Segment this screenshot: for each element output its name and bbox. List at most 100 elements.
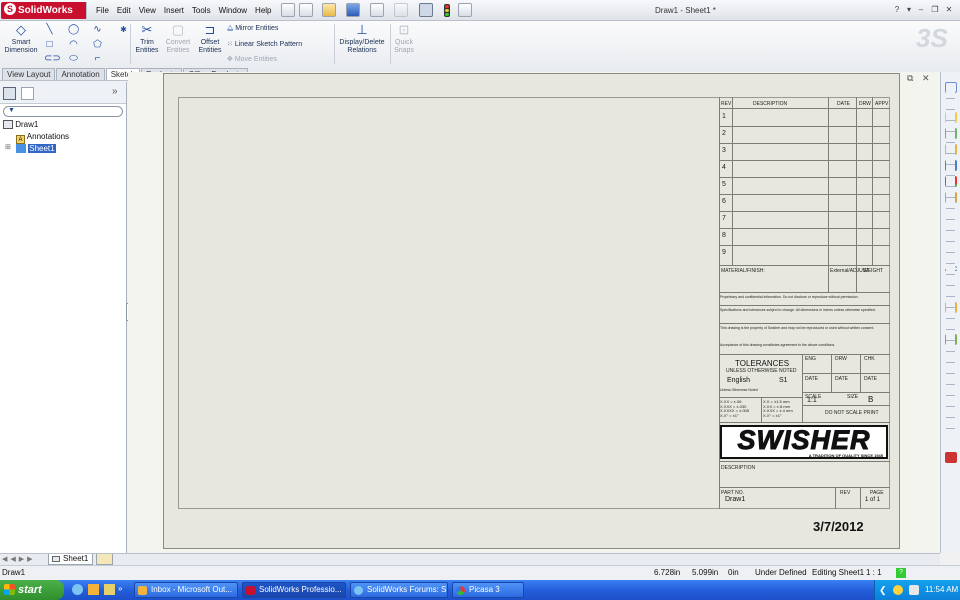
outlook-icon <box>138 586 147 595</box>
move-entities-button[interactable]: ✥ Move Entities <box>227 55 277 63</box>
feature-manager-tab-icon[interactable] <box>3 87 16 100</box>
menu-file[interactable]: File <box>92 0 113 21</box>
menu-view[interactable]: View <box>135 0 160 21</box>
description-header: DESCRIPTION <box>753 101 788 107</box>
tray-arrow-icon[interactable]: ❮ <box>879 580 887 600</box>
rev-header: REV <box>721 101 732 107</box>
tab-annotation[interactable]: Annotation <box>56 68 105 80</box>
relations-icon: ⊥ <box>356 22 368 37</box>
rule <box>872 97 873 265</box>
ie-quicklaunch-icon[interactable] <box>72 584 83 595</box>
expand-icon[interactable]: ⊞ <box>5 143 11 151</box>
revision-row-number: 5 <box>722 181 726 188</box>
drw-header: DRW <box>859 101 871 107</box>
close-button[interactable]: ✕ <box>943 4 955 16</box>
rule <box>719 108 890 109</box>
rectangle-icon[interactable]: □ <box>44 39 55 50</box>
status-help-icon[interactable]: ? <box>896 568 906 578</box>
undo-icon[interactable] <box>394 3 408 17</box>
tray-app-icon[interactable] <box>893 585 903 595</box>
polygon-icon[interactable]: ⬠ <box>92 39 103 50</box>
taskbar-item-outlook[interactable]: Inbox - Microsoft Out... <box>134 582 238 598</box>
rule <box>803 392 890 393</box>
help-dropdown-icon[interactable]: ▾ <box>903 4 915 16</box>
slot-icon[interactable]: ⊂⊃ <box>44 53 61 64</box>
minimize-button[interactable]: – <box>915 4 927 16</box>
close-doc-button[interactable]: ✕ <box>922 73 930 84</box>
menu-insert[interactable]: Insert <box>160 0 188 21</box>
arc-icon[interactable]: ◠ <box>68 39 79 50</box>
solidworks-logo[interactable]: S SolidWorks <box>1 2 87 19</box>
open-folder-icon[interactable] <box>322 3 336 17</box>
sheet-tab-sheet1[interactable]: Sheet1 <box>48 554 94 565</box>
taskbar-item-picasa[interactable]: Picasa 3 <box>452 582 524 598</box>
solidworks-icon <box>246 586 255 595</box>
select-cursor-icon[interactable] <box>419 3 433 17</box>
save-icon[interactable] <box>346 3 360 17</box>
smart-dimension-button[interactable]: ◇ Smart Dimension <box>3 21 39 68</box>
scale-value: 1:1 <box>807 397 817 404</box>
filter-icon: ▼ <box>8 107 15 114</box>
point-icon[interactable]: ✱ <box>118 24 129 35</box>
traffic-light-icon[interactable] <box>444 4 450 17</box>
menu-tools[interactable]: Tools <box>188 0 215 21</box>
expand-panel-icon[interactable]: » <box>112 86 118 97</box>
tray-network-icon[interactable] <box>909 585 919 595</box>
tree-item-sheet1[interactable]: Sheet1 <box>16 144 56 153</box>
status-editing: Editing Sheet1 <box>812 568 865 577</box>
display-delete-relations-button[interactable]: ⊥ Display/Delete Relations <box>336 21 388 68</box>
offset-entities-button[interactable]: ⊐ Offset Entities <box>196 21 224 68</box>
quick-snaps-button[interactable]: ⊡ Quick Snaps <box>392 21 416 68</box>
revision-row-number: 4 <box>722 164 726 171</box>
help-button[interactable]: ? <box>891 4 903 16</box>
add-sheet-icon[interactable] <box>96 554 113 565</box>
restore-button[interactable]: ❐ <box>929 4 941 16</box>
trim-entities-button[interactable]: ✂ Trim Entities <box>133 21 161 68</box>
windows-taskbar: start » Inbox - Microsoft Out... SolidWo… <box>0 580 960 600</box>
fillet-icon[interactable]: ⌐ <box>92 53 103 64</box>
color-swatch-icon[interactable] <box>945 452 957 463</box>
property-manager-tab-icon[interactable] <box>21 87 34 100</box>
tree-root[interactable]: Draw1 <box>3 120 38 129</box>
taskbar-item-solidworks[interactable]: SolidWorks Professio... <box>242 582 346 598</box>
rule <box>719 265 890 266</box>
options-icon[interactable] <box>458 3 472 17</box>
new-document-icon[interactable] <box>299 3 313 17</box>
tree-filter-input[interactable]: ▼ <box>3 106 123 117</box>
rule <box>860 487 861 509</box>
pin-icon[interactable] <box>281 3 295 17</box>
line-icon[interactable]: ╲ <box>44 24 55 35</box>
rule <box>803 373 890 374</box>
sheet-nav-icon[interactable]: ◀◀▶▶ <box>2 555 44 564</box>
menu-edit[interactable]: Edit <box>113 0 135 21</box>
status-definition: Under Defined <box>755 568 807 577</box>
sheet-tab-icon <box>52 556 60 562</box>
quicklaunch-more-icon[interactable]: » <box>118 584 124 595</box>
tray-clock[interactable]: 11:54 AM <box>925 580 958 600</box>
tab-view-layout[interactable]: View Layout <box>2 68 56 80</box>
print-icon[interactable] <box>370 3 384 17</box>
explorer-quicklaunch-icon[interactable] <box>104 584 115 595</box>
ellipse-icon[interactable]: ⬭ <box>68 53 79 64</box>
linear-sketch-pattern-button[interactable]: ⁙ Linear Sketch Pattern <box>227 40 302 48</box>
taskbar-item-forums[interactable]: SolidWorks Forums: S... <box>350 582 448 598</box>
revision-row-number: 6 <box>722 198 726 205</box>
rule <box>719 323 890 324</box>
status-scale[interactable]: 1 : 1 <box>866 566 882 579</box>
outlook-quicklaunch-icon[interactable] <box>88 584 99 595</box>
browser-icon <box>354 586 363 595</box>
convert-entities-button[interactable]: ▢ Convert Entities <box>163 21 193 68</box>
drawing-icon <box>3 120 13 129</box>
revision-row-rule <box>719 160 890 161</box>
tree-item-annotations[interactable]: A Annotations <box>16 132 69 144</box>
sheet-icon <box>16 144 26 153</box>
separator <box>130 24 131 64</box>
restore-doc-button[interactable]: ⧉ <box>907 73 913 84</box>
menu-help[interactable]: Help <box>251 0 275 21</box>
mirror-entities-button[interactable]: ⧋ Mirror Entities <box>227 25 278 33</box>
menu-window[interactable]: Window <box>215 0 251 21</box>
start-button[interactable]: start <box>0 580 64 600</box>
circle-icon[interactable]: ◯ <box>68 24 79 35</box>
spline-icon[interactable]: ∿ <box>92 24 103 35</box>
eng-label: ENG <box>805 356 816 362</box>
